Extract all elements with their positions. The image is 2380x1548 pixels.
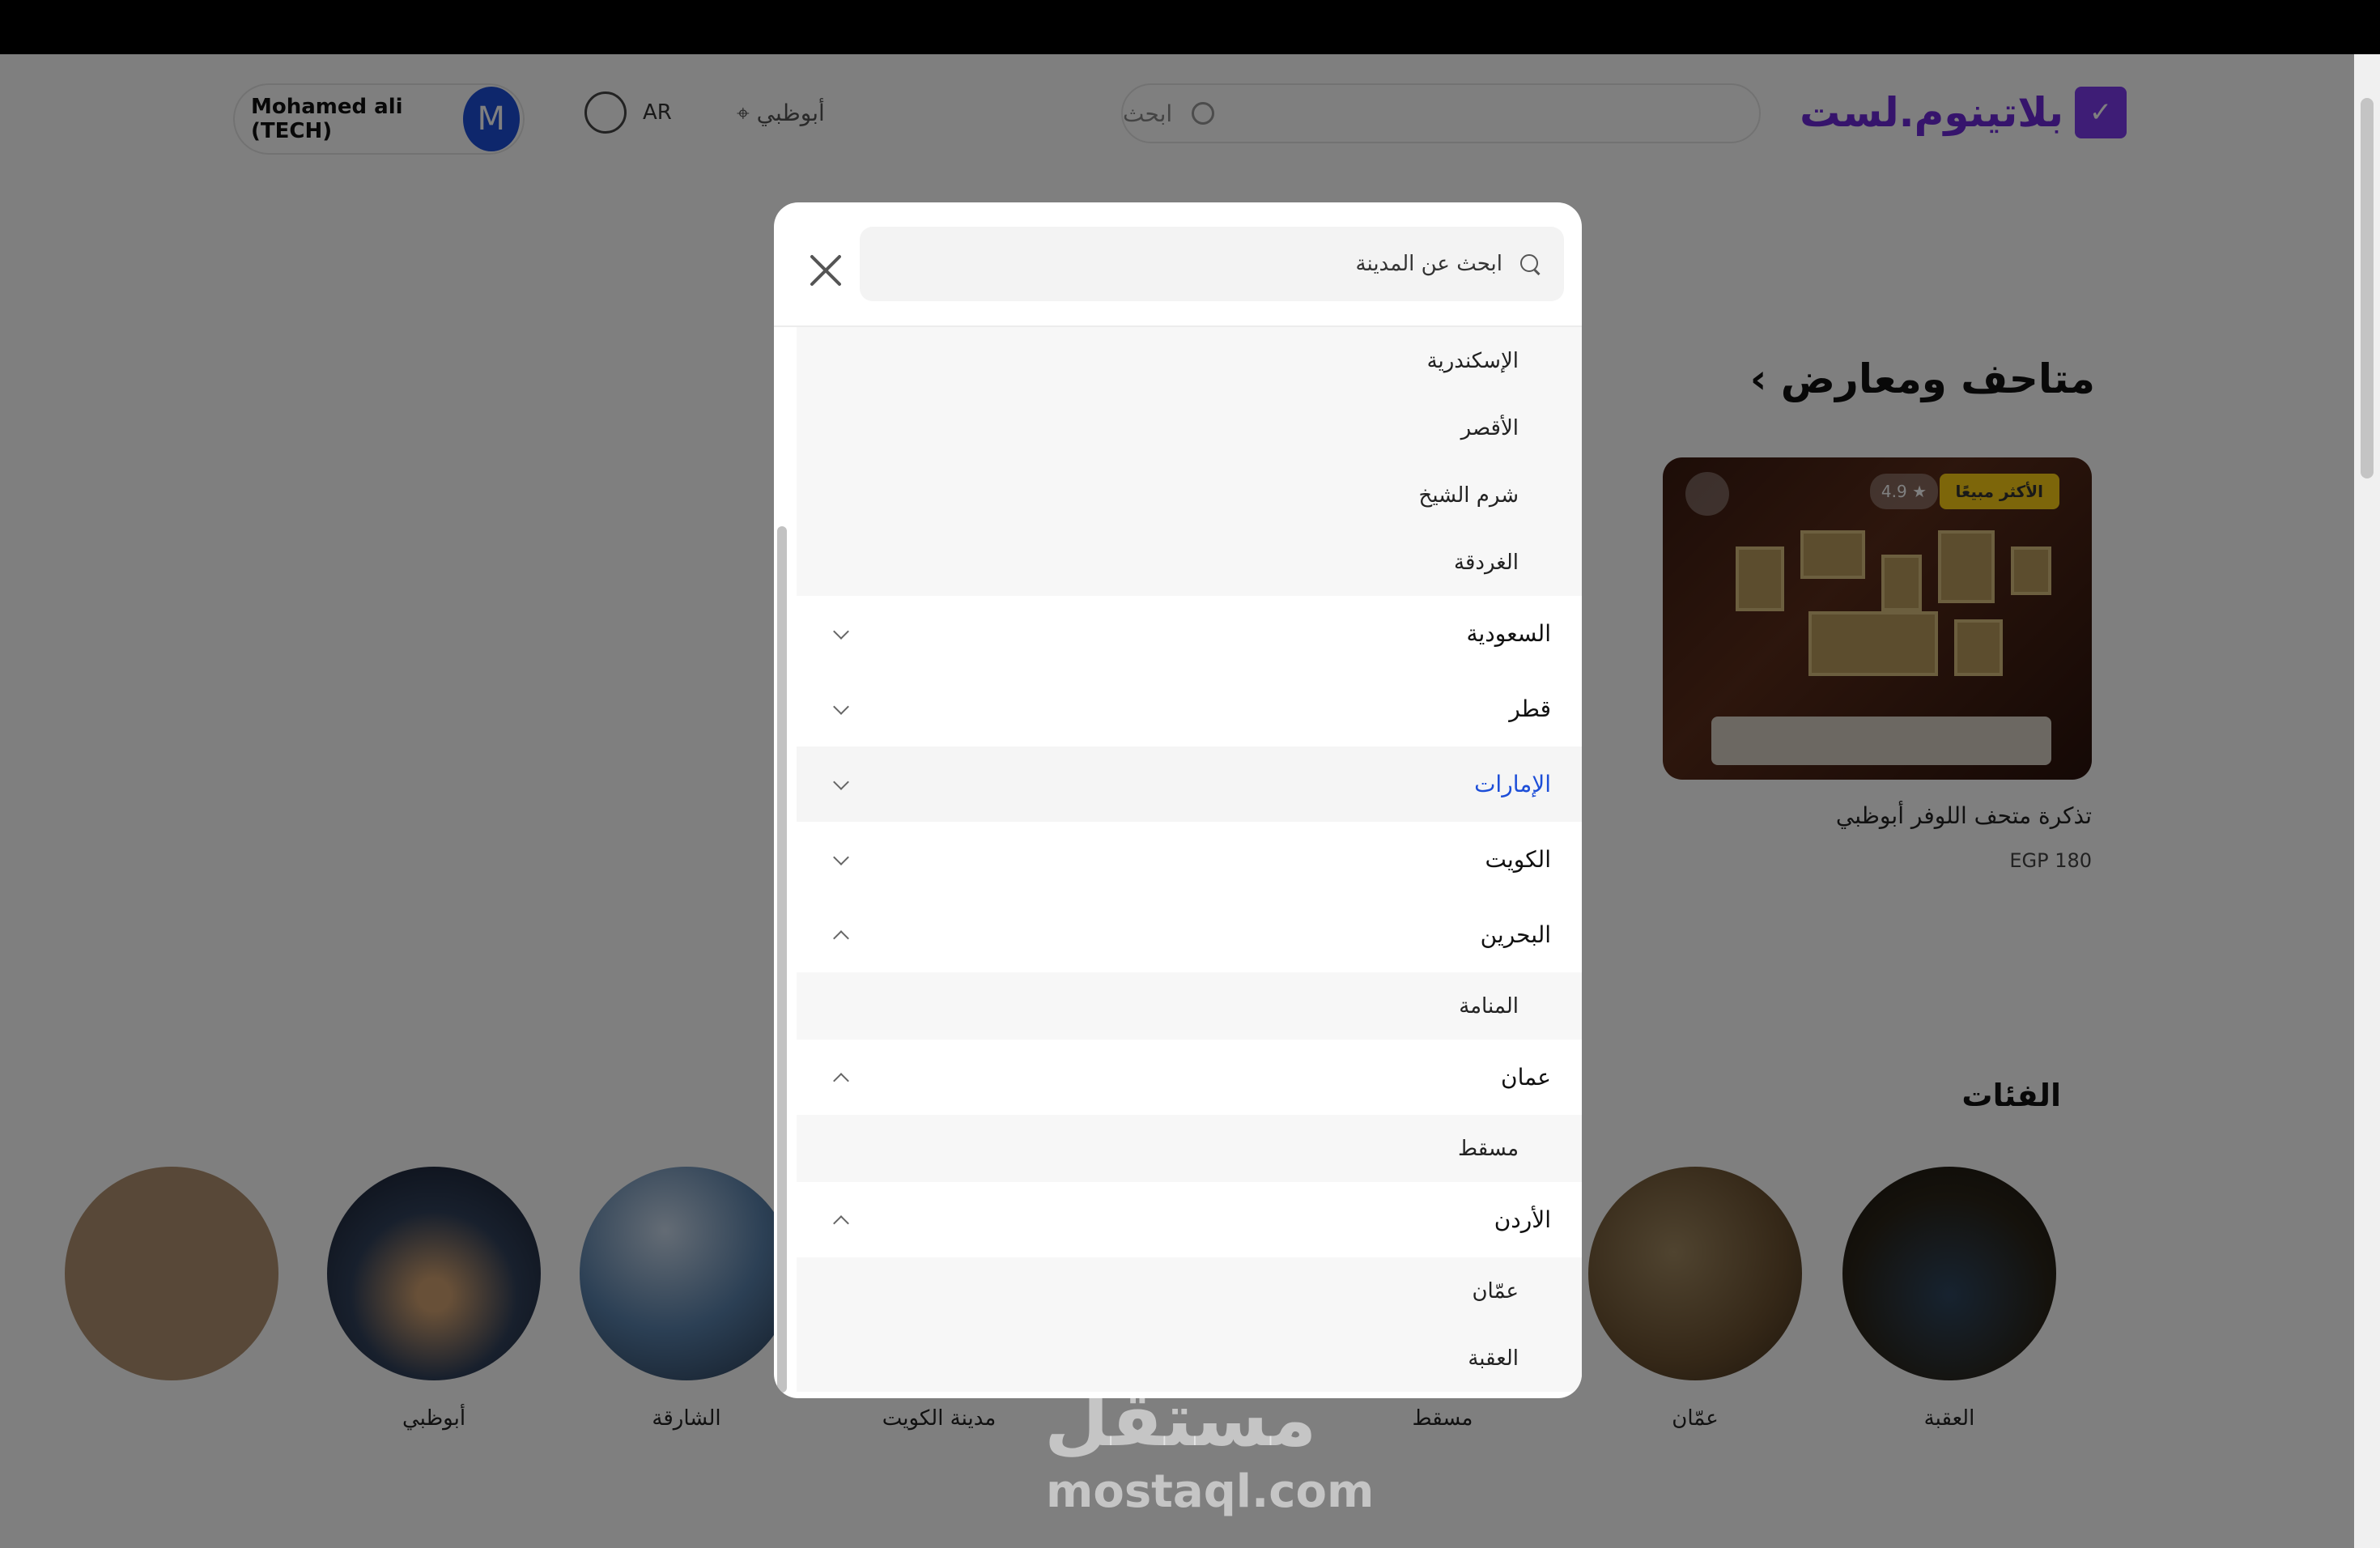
chevron-down-icon[interactable] — [831, 850, 850, 870]
city-option[interactable]: شرم الشيخ — [797, 461, 1582, 529]
city-option[interactable]: الغردقة — [797, 529, 1582, 596]
city-option-label: الإسكندرية — [1426, 348, 1519, 373]
city-option-label: مسقط — [1458, 1136, 1519, 1161]
country-option[interactable]: الإمارات — [797, 746, 1582, 822]
page-scrollbar-thumb[interactable] — [2361, 98, 2374, 478]
country-option-label: الأردن — [1494, 1206, 1551, 1233]
city-option-label: العقبة — [1468, 1346, 1519, 1371]
country-option[interactable]: عمان — [797, 1040, 1582, 1115]
city-list[interactable]: الإسكندرية الأقصر شرم الشيخ الغردقة السعودية… — [797, 327, 1582, 1398]
city-search-field[interactable] — [860, 227, 1564, 301]
country-option-label: البحرين — [1480, 921, 1551, 948]
city-option-label: الأقصر — [1460, 415, 1519, 440]
chevron-up-icon[interactable] — [831, 925, 850, 945]
country-option-label: الإمارات — [1474, 771, 1551, 797]
chevron-down-icon[interactable] — [831, 700, 850, 719]
chevron-up-icon[interactable] — [831, 1210, 850, 1230]
country-option-label: السعودية — [1466, 620, 1551, 647]
city-option-label: المنامة — [1459, 993, 1519, 1019]
city-option-label: عمّان — [1472, 1278, 1519, 1303]
watermark-latin: mostaql.com — [1046, 1465, 1375, 1518]
country-option[interactable]: البحرين — [797, 897, 1582, 972]
chevron-down-icon[interactable] — [831, 624, 850, 644]
country-option[interactable]: الأردن — [797, 1182, 1582, 1257]
close-icon[interactable] — [801, 246, 850, 295]
page-scrollbar[interactable] — [2354, 54, 2380, 1548]
city-search-input[interactable] — [1017, 252, 1502, 276]
country-option[interactable]: الكويت — [797, 822, 1582, 897]
city-option[interactable]: الأقصر — [797, 394, 1582, 461]
chevron-down-icon[interactable] — [831, 775, 850, 794]
city-picker-modal: الإسكندرية الأقصر شرم الشيخ الغردقة السعودية… — [774, 202, 1582, 1398]
city-option[interactable]: المنامة — [797, 972, 1582, 1040]
city-option-label: شرم الشيخ — [1418, 483, 1519, 508]
country-option[interactable]: قطر — [797, 671, 1582, 746]
chevron-up-icon[interactable] — [831, 1068, 850, 1087]
search-icon — [1519, 253, 1541, 275]
city-option-label: الغردقة — [1454, 550, 1519, 575]
os-top-bar — [0, 0, 2380, 54]
city-option[interactable]: الإسكندرية — [797, 327, 1582, 394]
country-option[interactable]: السعودية — [797, 596, 1582, 671]
city-option[interactable]: عمّان — [797, 1257, 1582, 1325]
country-option-label: عمان — [1501, 1064, 1551, 1091]
list-scrollbar-thumb[interactable] — [777, 526, 787, 1393]
country-option-label: الكويت — [1485, 846, 1551, 873]
city-option[interactable]: العقبة — [797, 1325, 1582, 1392]
city-option[interactable]: مسقط — [797, 1115, 1582, 1182]
country-option-label: قطر — [1509, 695, 1551, 722]
